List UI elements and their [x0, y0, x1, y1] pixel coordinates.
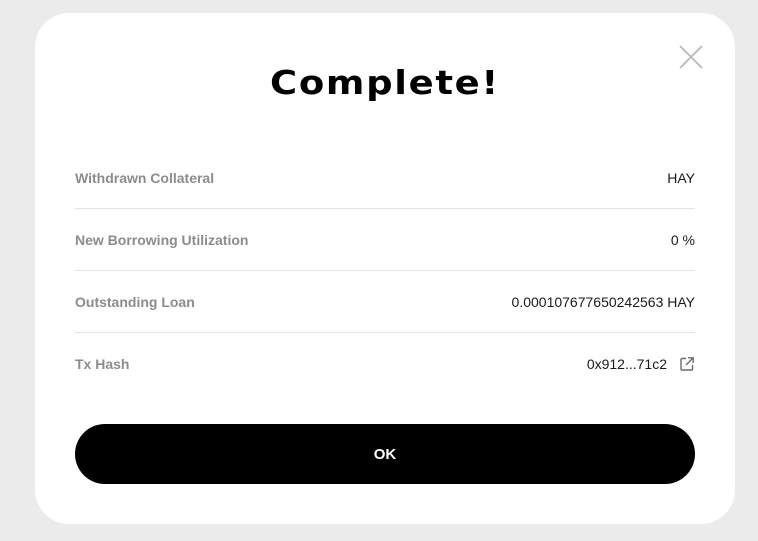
- detail-row-borrowing-utilization: New Borrowing Utilization 0 %: [75, 209, 695, 271]
- detail-label: Tx Hash: [75, 356, 130, 372]
- tx-hash-value: 0x912...71c2: [587, 356, 695, 372]
- detail-label: Outstanding Loan: [75, 293, 195, 310]
- detail-label: New Borrowing Utilization: [75, 231, 249, 248]
- external-link-icon: [680, 357, 694, 371]
- detail-value: 0.000107677650242563 HAY: [511, 293, 695, 310]
- detail-value: 0 %: [670, 231, 695, 248]
- detail-value: HAY: [667, 169, 695, 186]
- details-list: Withdrawn Collateral HAY New Borrowing U…: [75, 147, 695, 395]
- dialog-title: Complete!: [270, 63, 500, 102]
- detail-row-withdrawn-collateral: Withdrawn Collateral HAY: [75, 147, 695, 209]
- detail-row-tx-hash: Tx Hash 0x912...71c2: [75, 333, 695, 395]
- complete-dialog: Complete! Withdrawn Collateral HAY New B…: [35, 13, 735, 524]
- tx-hash-text: 0x912...71c2: [586, 356, 667, 372]
- external-link-button[interactable]: [679, 356, 695, 372]
- ok-button[interactable]: OK: [75, 424, 695, 484]
- detail-label: Withdrawn Collateral: [75, 169, 215, 186]
- detail-row-outstanding-loan: Outstanding Loan 0.000107677650242563 HA…: [75, 271, 695, 333]
